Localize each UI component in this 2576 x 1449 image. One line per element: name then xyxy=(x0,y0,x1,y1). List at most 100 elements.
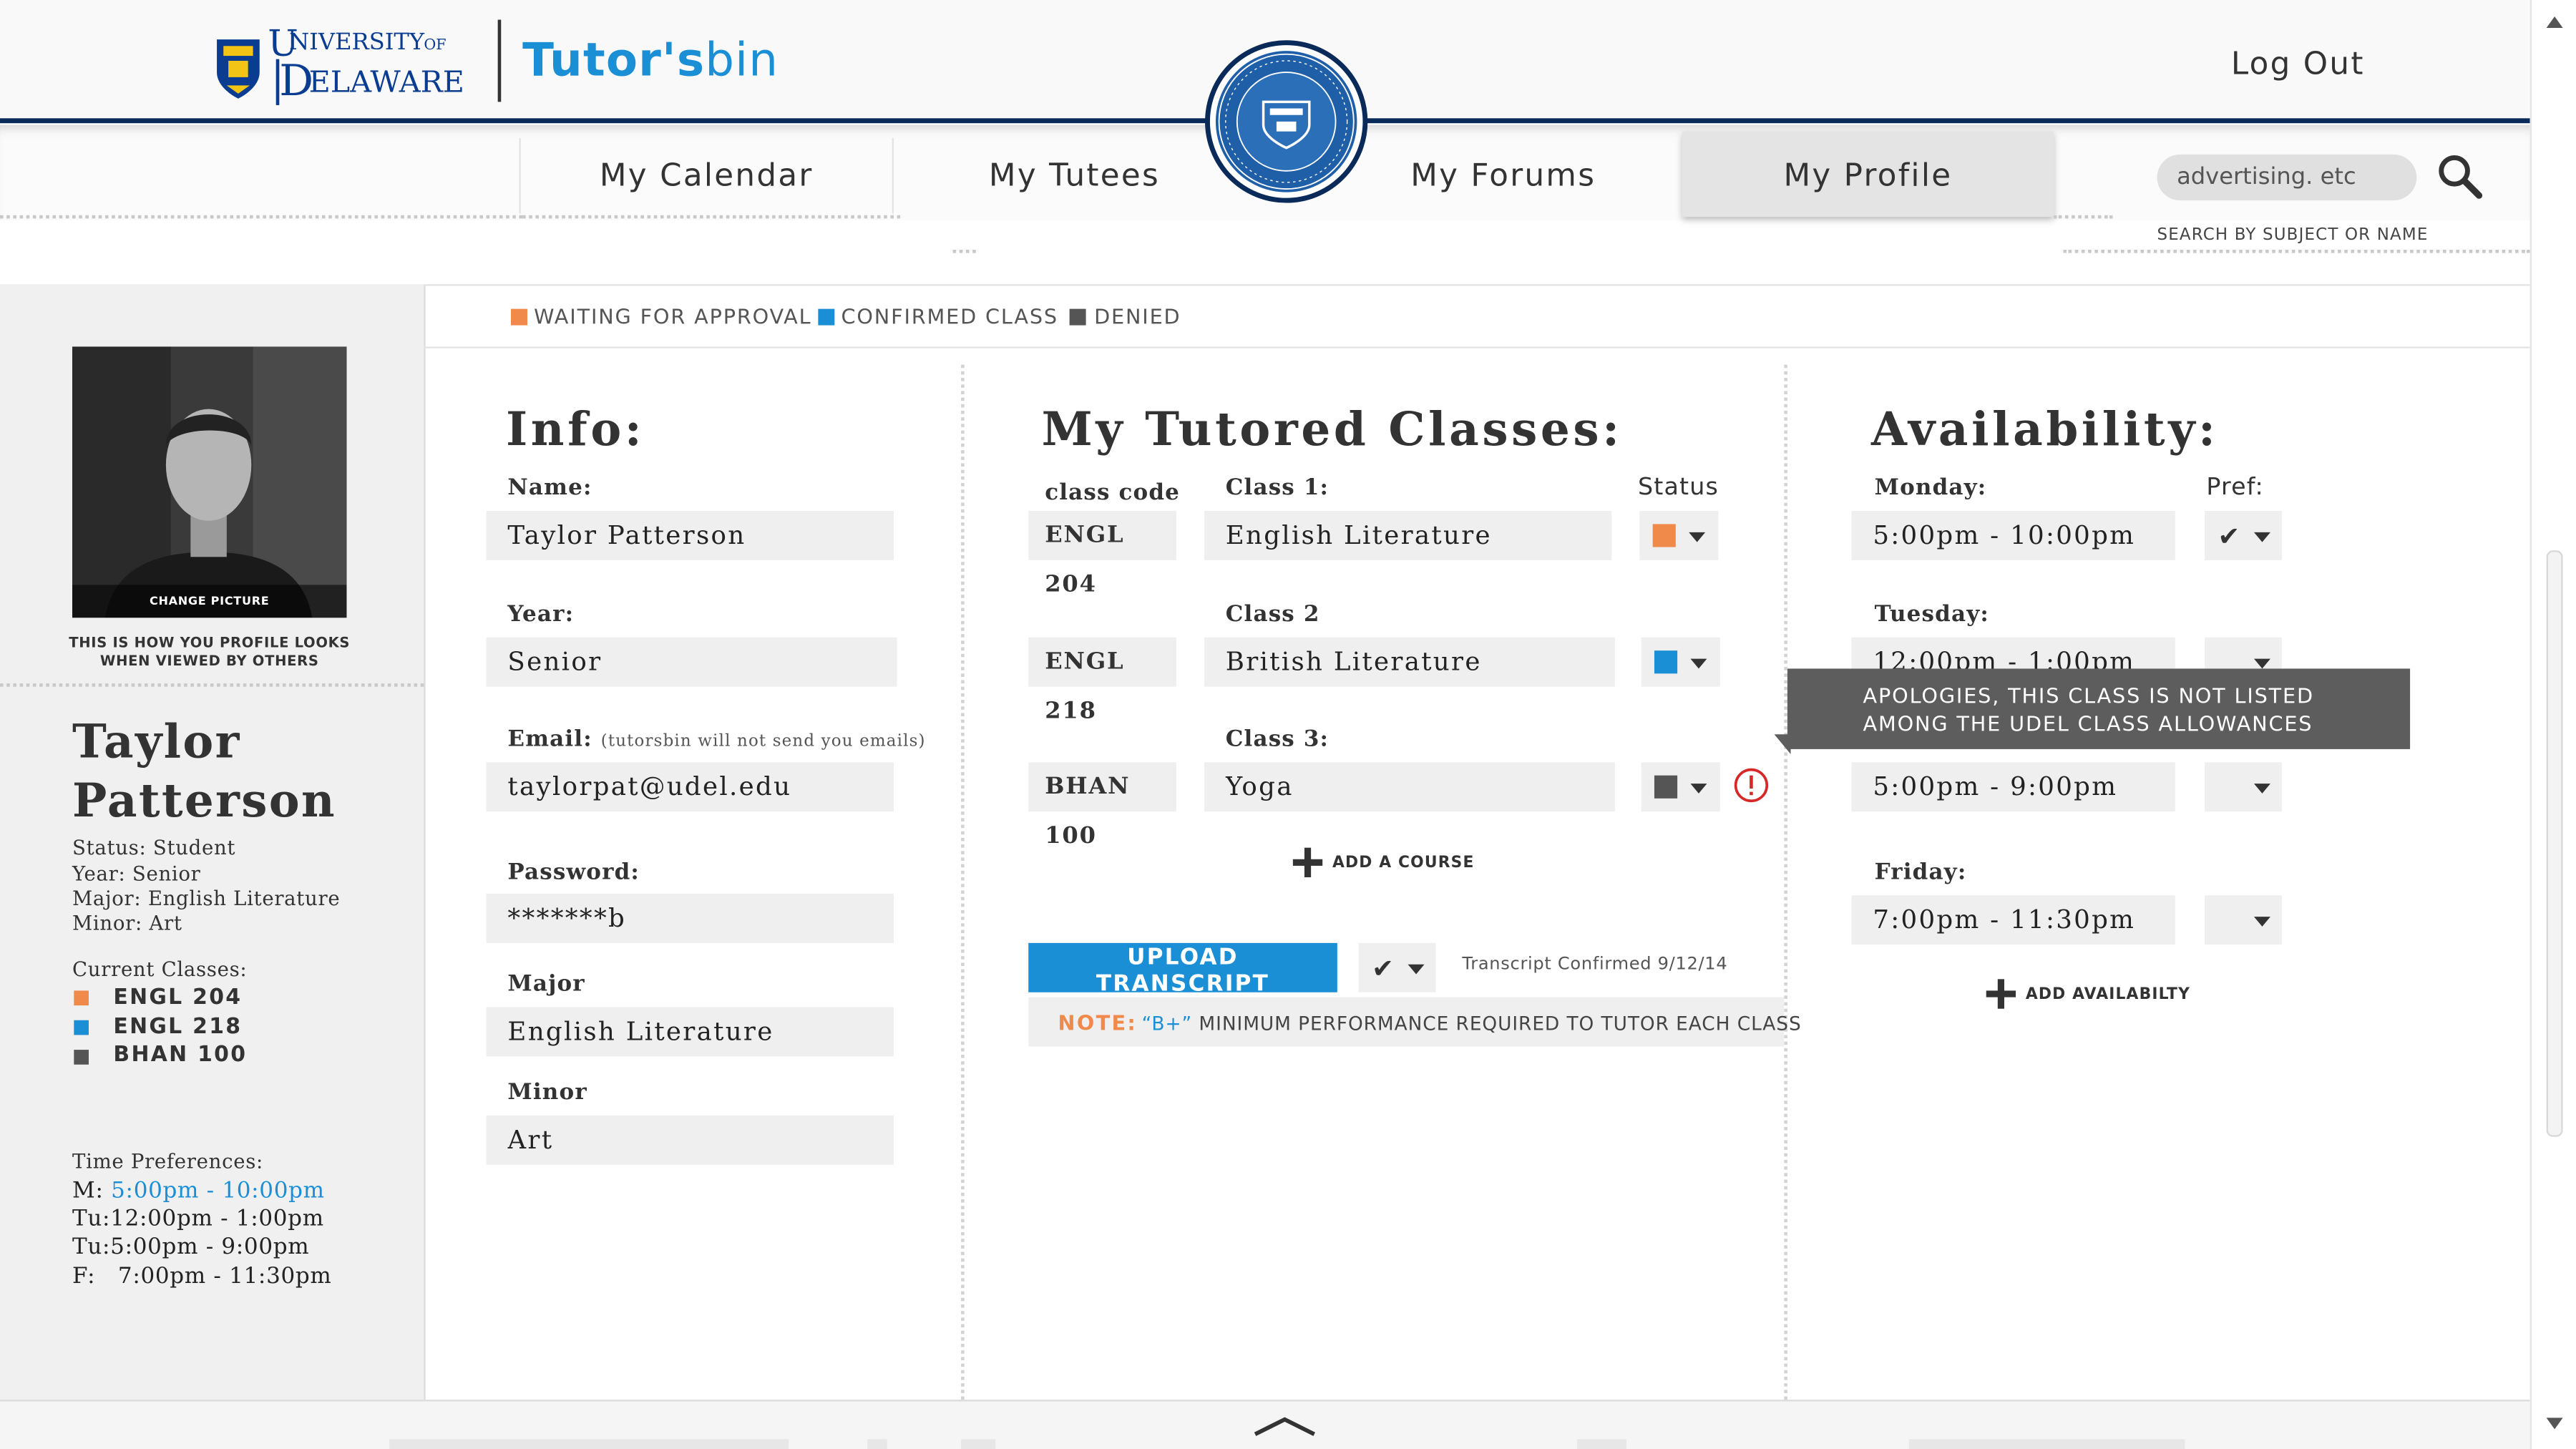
chevron-down-icon xyxy=(1690,658,1707,669)
note-message: MINIMUM PERFORMANCE REQUIRED TO TUTOR EA… xyxy=(1199,1012,1802,1035)
class-status-dropdown[interactable] xyxy=(1639,511,1719,560)
time-pref-time: 12:00pm - 1:00pm xyxy=(110,1206,324,1232)
scrollbar-thumb[interactable] xyxy=(2546,550,2563,1137)
email-field[interactable] xyxy=(486,762,894,812)
footer-fragment xyxy=(389,1439,789,1449)
legend-confirmed-label: CONFIRMED CLASS xyxy=(841,303,1058,329)
class-3-label: Class 3: xyxy=(1225,726,1330,753)
university-logo[interactable]: U NIVERSITY OF D ELAWARE xyxy=(213,16,476,109)
major-field[interactable] xyxy=(486,1007,894,1057)
search-input[interactable] xyxy=(2157,154,2417,201)
svg-text:NIVERSITY: NIVERSITY xyxy=(289,28,425,55)
chevron-down-icon xyxy=(2253,532,2270,542)
svg-text:OF: OF xyxy=(424,36,446,53)
legend-waiting-label: WAITING FOR APPROVAL xyxy=(534,303,812,329)
time-pref-day: F: xyxy=(72,1263,96,1290)
time-preferences-label: Time Preferences: xyxy=(72,1150,264,1174)
availability-time-field[interactable] xyxy=(1851,895,2175,945)
chevron-down-icon xyxy=(1689,532,1706,542)
year-field[interactable] xyxy=(486,637,897,687)
status-swatch-confirmed xyxy=(1654,650,1678,674)
footer-fragment xyxy=(961,1439,996,1449)
availability-time-field[interactable] xyxy=(1851,762,2175,812)
column-divider xyxy=(961,364,965,1400)
scroll-up-arrow-icon[interactable] xyxy=(2545,13,2565,29)
class-name-field[interactable] xyxy=(1204,637,1615,687)
transcript-status-dropdown[interactable]: ✔ xyxy=(1358,942,1436,992)
class-code: ENGL 218 xyxy=(1028,637,1176,724)
chevron-down-icon xyxy=(2253,917,2270,927)
dotted-divider xyxy=(522,215,901,219)
university-seal-icon[interactable] xyxy=(1204,39,1369,204)
dotted-divider xyxy=(2053,215,2113,219)
change-picture-button[interactable]: CHANGE PICTURE xyxy=(72,595,346,608)
profile-note-line: WHEN VIEWED BY OTHERS xyxy=(99,653,319,670)
add-course-icon[interactable] xyxy=(1292,847,1323,878)
transcript-status: Transcript Confirmed 9/12/14 xyxy=(1462,954,1728,975)
info-title: Info: xyxy=(506,402,645,457)
profile-note-line: THIS IS HOW YOU PROFILE LOOKS xyxy=(69,635,351,653)
availability-time-field[interactable] xyxy=(1851,511,2175,560)
password-field[interactable] xyxy=(486,893,894,943)
status-swatch-waiting xyxy=(74,990,89,1006)
availability-day-label: Tuesday: xyxy=(1874,601,1989,628)
chevron-down-icon xyxy=(2253,784,2270,794)
time-pref-item: Tu:12:00pm - 1:00pm xyxy=(72,1206,324,1232)
brand-name: Tutor's xyxy=(522,32,706,87)
time-pref-day: Tu: xyxy=(72,1234,111,1260)
tab-my-forums[interactable]: My Forums xyxy=(1314,132,1692,214)
svg-text:ELAWARE: ELAWARE xyxy=(309,65,464,99)
note-label: NOTE: xyxy=(1058,1010,1138,1035)
profile-photo[interactable] xyxy=(72,346,347,618)
chevron-up-icon[interactable] xyxy=(1252,1413,1317,1439)
year-label: Year: xyxy=(507,601,575,628)
legend-divider xyxy=(424,346,2530,348)
status-header: Status xyxy=(1638,474,1719,502)
time-pref-time: 5:00pm - 9:00pm xyxy=(110,1234,310,1260)
profile-year: Year: Senior xyxy=(72,862,201,886)
profile-major: Major: English Literature xyxy=(72,887,341,910)
warning-icon[interactable] xyxy=(1733,767,1770,804)
column-divider xyxy=(1784,364,1787,1400)
class-name-field[interactable] xyxy=(1204,511,1612,560)
time-pref-item: F: 7:00pm - 11:30pm xyxy=(72,1264,332,1290)
preference-dropdown[interactable] xyxy=(2205,895,2283,945)
chevron-down-icon xyxy=(1407,964,1425,975)
add-availability-button[interactable]: ADD AVAILABILTY xyxy=(2026,986,2190,1004)
footer-fragment xyxy=(867,1439,887,1449)
profile-status: Status: Student xyxy=(72,836,236,859)
preference-dropdown[interactable]: ✔ xyxy=(2205,511,2283,560)
profile-name: Taylor Patterson xyxy=(72,713,336,831)
password-label: Password: xyxy=(507,859,640,886)
tab-my-tutees[interactable]: My Tutees xyxy=(894,132,1255,214)
class-status-dropdown[interactable] xyxy=(1641,762,1720,812)
time-pref-item: M: 5:00pm - 10:00pm xyxy=(72,1178,325,1204)
tutorsbin-logo[interactable]: Tutor'sbin xyxy=(522,33,779,87)
time-pref-day: Tu: xyxy=(72,1206,111,1232)
upload-transcript-button[interactable]: UPLOAD TRANSCRIPT xyxy=(1028,942,1337,997)
profile-first-name: Taylor xyxy=(72,714,241,769)
search-caption: SEARCH BY SUBJECT OR NAME xyxy=(2157,226,2429,245)
current-classes-label: Current Classes: xyxy=(72,957,248,981)
logout-button[interactable]: Log Out xyxy=(2231,46,2365,82)
time-pref-item: Tu:5:00pm - 9:00pm xyxy=(72,1234,309,1260)
add-availability-icon[interactable] xyxy=(1986,979,2016,1009)
time-pref-day: M: xyxy=(72,1178,104,1204)
tab-my-calendar[interactable]: My Calendar xyxy=(521,132,892,214)
name-field[interactable] xyxy=(486,511,894,560)
scroll-down-arrow-icon[interactable] xyxy=(2545,1416,2565,1433)
minor-field[interactable] xyxy=(486,1115,894,1165)
add-course-button[interactable]: ADD A COURSE xyxy=(1332,854,1475,872)
tab-my-profile[interactable]: My Profile xyxy=(1682,132,2054,214)
class-1-label: Class 1: xyxy=(1225,474,1330,502)
current-class-item: ENGL 204 xyxy=(113,985,243,1010)
class-name-field[interactable] xyxy=(1204,762,1615,812)
legend-swatch-denied xyxy=(1069,308,1086,326)
nav-separator xyxy=(2053,137,2056,214)
search-icon[interactable] xyxy=(2435,151,2484,200)
preference-dropdown[interactable] xyxy=(2205,762,2283,812)
legend-swatch-waiting xyxy=(511,308,527,326)
class-status-dropdown[interactable] xyxy=(1641,637,1720,687)
profile-photo-image xyxy=(72,346,347,618)
pref-header: Pref: xyxy=(2206,474,2264,502)
